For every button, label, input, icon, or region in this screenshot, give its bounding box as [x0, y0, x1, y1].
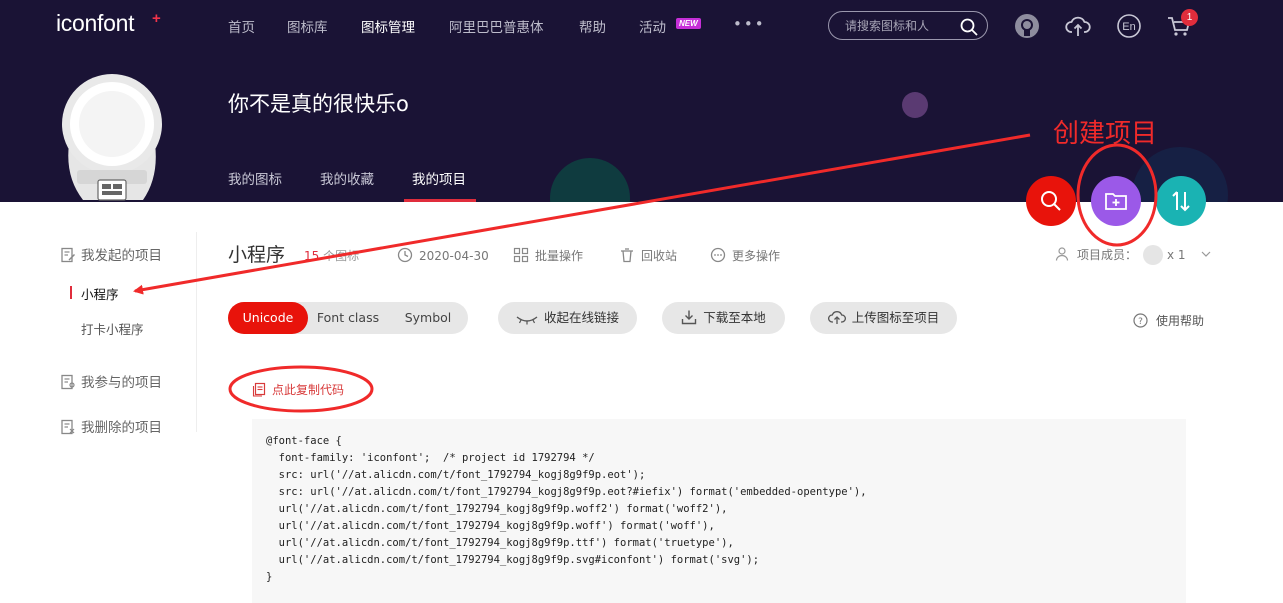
- nav-help[interactable]: 帮助: [579, 16, 606, 36]
- eye-closed-icon: [516, 316, 538, 325]
- help-icon: ?: [1133, 313, 1148, 328]
- usage-help-label: 使用帮助: [1156, 314, 1205, 328]
- sidebar-group-my-projects[interactable]: 我发起的项目: [60, 244, 162, 264]
- more-operations-button[interactable]: 更多操作: [710, 247, 780, 264]
- tab-my-projects[interactable]: 我的项目: [412, 168, 466, 188]
- project-title: 小程序: [228, 244, 286, 266]
- sidebar-item-mini-program[interactable]: 小程序: [81, 284, 119, 303]
- collapse-online-link-label: 收起在线链接: [543, 310, 619, 325]
- code-line: url('//at.alicdn.com/t/font_1792794_kogj…: [266, 554, 760, 566]
- code-line: url('//at.alicdn.com/t/font_1792794_kogj…: [266, 520, 715, 532]
- sidebar-group-joined-projects[interactable]: 我参与的项目: [60, 371, 162, 391]
- code-line: font-family: 'iconfont'; /* project id 1…: [266, 452, 595, 464]
- clock-icon: [397, 247, 413, 263]
- download-local-label: 下载至本地: [703, 310, 766, 325]
- sidebar-group-label: 我删除的项目: [81, 420, 162, 436]
- tab-font-class[interactable]: Font class: [308, 302, 388, 334]
- project-date-text: 2020-04-30: [419, 249, 489, 263]
- code-line: url('//at.alicdn.com/t/font_1792794_kogj…: [266, 537, 734, 549]
- code-line: src: url('//at.alicdn.com/t/font_1792794…: [266, 469, 646, 481]
- project-members[interactable]: 项目成员： x 1: [1055, 245, 1211, 265]
- avatar[interactable]: [55, 72, 170, 207]
- logo-plus-mark: +: [152, 10, 161, 27]
- user-group-icon: [1055, 247, 1069, 261]
- annotation-create-project-label: 创建项目: [1053, 119, 1158, 149]
- code-line: }: [266, 571, 273, 583]
- document-edit-icon: [61, 247, 75, 263]
- code-line: @font-face {: [266, 435, 342, 447]
- cart-count-badge: 1: [1181, 9, 1198, 26]
- search-icon: [1041, 191, 1061, 211]
- upload-icons-button[interactable]: 上传图标至项目: [810, 302, 957, 334]
- sidebar-group-label: 我参与的项目: [81, 375, 162, 391]
- usage-help-link[interactable]: ? 使用帮助: [1133, 312, 1204, 329]
- project-icon-count: 15 个图标: [304, 247, 359, 264]
- collapse-online-link-button[interactable]: 收起在线链接: [498, 302, 637, 334]
- upload-cloud-icon: [827, 311, 846, 324]
- grid-icon: [513, 247, 529, 263]
- batch-operation-button[interactable]: 批量操作: [513, 247, 583, 264]
- active-item-marker: [70, 286, 72, 299]
- active-tab-indicator: [404, 199, 476, 202]
- tab-symbol[interactable]: Symbol: [388, 302, 468, 334]
- search-icon[interactable]: [959, 17, 979, 37]
- tab-my-collections[interactable]: 我的收藏: [320, 168, 374, 188]
- document-user-icon: [61, 374, 75, 390]
- project-date: 2020-04-30: [397, 247, 489, 263]
- language-label: En: [1122, 21, 1135, 33]
- icon-count-suffix: 个图标: [323, 249, 360, 263]
- profile-header: iconfont + 首页 图标库 图标管理 阿里巴巴普惠体 帮助 活动 NEW…: [0, 0, 1283, 202]
- more-operations-label: 更多操作: [732, 249, 781, 263]
- sidebar-group-deleted-projects[interactable]: 我删除的项目: [60, 416, 162, 436]
- site-logo[interactable]: iconfont: [56, 10, 134, 37]
- sort-icon: [1172, 191, 1190, 212]
- search-input[interactable]: [845, 17, 955, 35]
- language-en-icon[interactable]: En: [1116, 13, 1142, 39]
- upload-icons-label: 上传图标至项目: [851, 310, 940, 325]
- trash-label: 回收站: [641, 249, 678, 263]
- batch-operation-label: 批量操作: [535, 249, 584, 263]
- code-line: url('//at.alicdn.com/t/font_1792794_kogj…: [266, 503, 728, 515]
- svg-text:?: ?: [1138, 317, 1143, 327]
- copy-icon: [252, 382, 266, 397]
- code-line: src: url('//at.alicdn.com/t/font_1792794…: [266, 486, 867, 498]
- members-label: 项目成员：: [1077, 248, 1138, 262]
- nav-home[interactable]: 首页: [228, 16, 255, 36]
- copy-code-button[interactable]: 点此复制代码: [252, 381, 344, 398]
- download-icon: [682, 310, 697, 325]
- members-count: x 1: [1167, 248, 1186, 262]
- copy-code-label: 点此复制代码: [272, 383, 345, 397]
- member-avatar: [1143, 245, 1164, 265]
- github-icon[interactable]: [1014, 13, 1040, 39]
- search-box: [828, 11, 988, 40]
- trash-icon: [621, 248, 633, 263]
- nav-alibaba-font[interactable]: 阿里巴巴普惠体: [449, 16, 544, 36]
- sidebar-item-checkin-mini-program[interactable]: 打卡小程序: [81, 319, 144, 338]
- download-local-button[interactable]: 下载至本地: [662, 302, 785, 334]
- sort-button[interactable]: [1156, 176, 1206, 226]
- create-project-button[interactable]: [1091, 176, 1141, 226]
- nav-more-menu[interactable]: •••: [733, 15, 766, 33]
- nav-icon-management[interactable]: 图标管理: [361, 16, 415, 36]
- trash-button[interactable]: 回收站: [619, 247, 677, 264]
- tab-my-icons[interactable]: 我的图标: [228, 168, 282, 188]
- document-delete-icon: [61, 419, 75, 435]
- sidebar-group-label: 我发起的项目: [81, 248, 162, 264]
- nav-activity[interactable]: 活动: [639, 16, 666, 36]
- code-type-switcher: Unicode Font class Symbol: [228, 302, 468, 334]
- chevron-down-icon: [1201, 251, 1211, 257]
- more-icon: [710, 247, 726, 263]
- nav-icon-library[interactable]: 图标库: [287, 16, 328, 36]
- upload-cloud-icon[interactable]: [1065, 13, 1091, 39]
- sidebar-divider: [196, 232, 197, 432]
- user-name: 你不是真的很快乐o: [228, 92, 409, 116]
- fab-search-button[interactable]: [1026, 176, 1076, 226]
- icon-count-number: 15: [304, 249, 320, 263]
- new-badge: NEW: [676, 18, 701, 29]
- folder-add-icon: [1105, 193, 1127, 210]
- tab-unicode[interactable]: Unicode: [228, 302, 308, 334]
- code-block[interactable]: @font-face { font-family: 'iconfont'; /*…: [252, 419, 1186, 603]
